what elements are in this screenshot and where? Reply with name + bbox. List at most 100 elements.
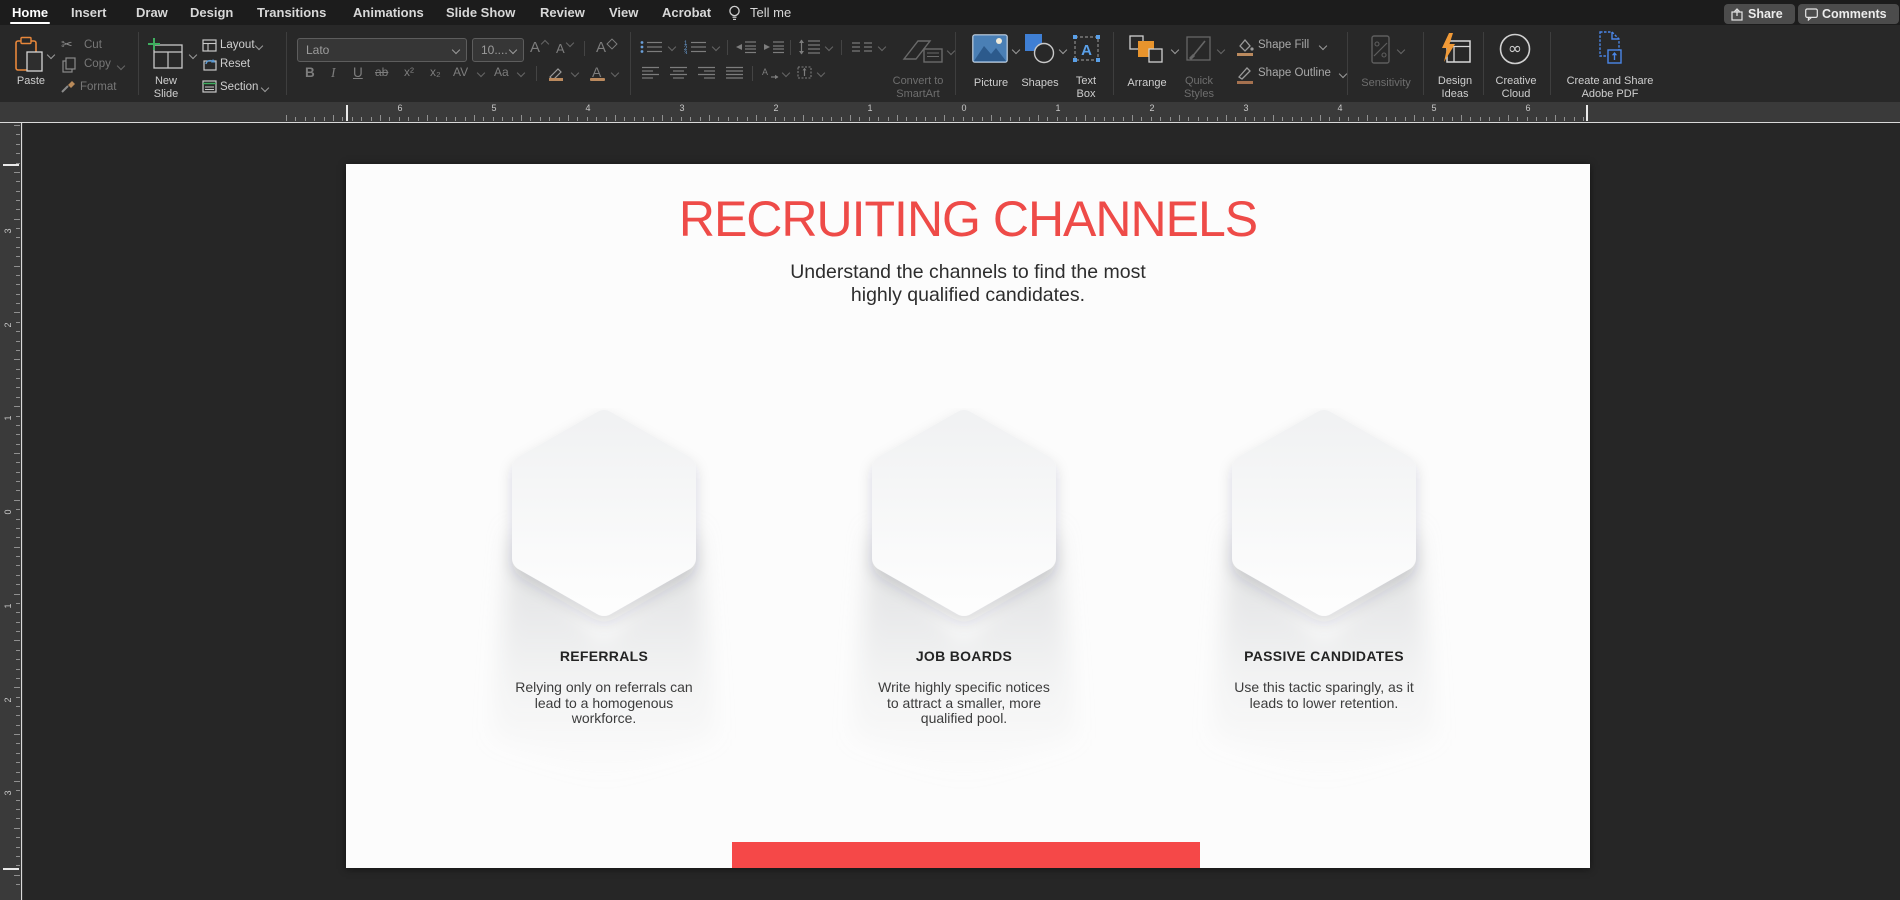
comments-button[interactable]: Comments	[1798, 4, 1899, 24]
highlight-color-icon[interactable]	[547, 66, 567, 81]
copy-button[interactable]: Copy	[84, 58, 111, 70]
reset-icon[interactable]	[202, 58, 217, 71]
numbering-icon[interactable]: 123	[684, 40, 707, 54]
card-passive-candidates[interactable]: PASSIVE CANDIDATES Use this tactic spari…	[1154, 408, 1494, 848]
layout-dropdown-chevron[interactable]	[255, 42, 263, 50]
line-spacing-icon[interactable]	[798, 39, 821, 55]
superscript-button[interactable]: x²	[404, 65, 414, 79]
line-spacing-chevron[interactable]	[825, 43, 833, 51]
bullets-chevron[interactable]	[668, 43, 676, 51]
columns-chevron[interactable]	[878, 43, 886, 51]
numbering-chevron[interactable]	[712, 43, 720, 51]
menu-item-design[interactable]: Design	[190, 5, 233, 20]
creative-cloud-button[interactable]: CreativeCloud	[1484, 75, 1548, 100]
justify-icon[interactable]	[726, 66, 744, 79]
quick-styles-chevron[interactable]	[1217, 46, 1225, 54]
section-icon[interactable]	[202, 80, 217, 93]
increase-indent-icon[interactable]	[764, 40, 785, 54]
menu-item-draw[interactable]: Draw	[136, 5, 168, 20]
slide-subtitle-line-1[interactable]: Understand the channels to find the most	[346, 261, 1590, 284]
card-job-boards[interactable]: JOB BOARDS Write highly specific notices…	[794, 408, 1134, 848]
picture-dropdown-chevron[interactable]	[1012, 46, 1020, 54]
sensitivity-icon[interactable]	[1366, 34, 1394, 65]
shapes-dropdown-chevron[interactable]	[1059, 46, 1067, 54]
subscript-button[interactable]: x₂	[430, 65, 441, 79]
shape-fill-button[interactable]: Shape Fill	[1258, 39, 1309, 51]
menu-item-home[interactable]: Home	[12, 5, 48, 20]
slide-title[interactable]: RECRUITING CHANNELS	[346, 190, 1590, 248]
shapes-icon[interactable]	[1024, 33, 1056, 64]
create-pdf-button[interactable]: Create and ShareAdobe PDF	[1556, 75, 1664, 100]
convert-smartart-button[interactable]: Convert toSmartArt	[868, 75, 968, 100]
slide-canvas[interactable]: RECRUITING CHANNELS Understand the chann…	[346, 164, 1590, 868]
menu-item-animations[interactable]: Animations	[353, 5, 424, 20]
copy-dropdown-chevron[interactable]	[117, 62, 125, 70]
align-right-icon[interactable]	[698, 66, 716, 79]
share-button[interactable]: Share	[1724, 4, 1795, 24]
horizontal-ruler[interactable]: 6543210123456	[0, 102, 1900, 123]
sensitivity-chevron[interactable]	[1397, 46, 1405, 54]
layout-button[interactable]: Layout	[220, 39, 255, 51]
convert-smartart-icon[interactable]	[900, 35, 946, 67]
decrease-indent-icon[interactable]	[736, 40, 757, 54]
accent-bar[interactable]	[732, 842, 1200, 868]
menu-item-view[interactable]: View	[609, 5, 638, 20]
picture-icon[interactable]	[972, 34, 1008, 63]
character-spacing-button[interactable]: AV	[453, 65, 468, 79]
design-ideas-button[interactable]: DesignIdeas	[1424, 75, 1486, 100]
change-case-button[interactable]: Aa	[494, 65, 509, 79]
shrink-font-button[interactable]: A	[556, 41, 565, 56]
text-direction-icon[interactable]: A	[762, 66, 779, 79]
strikethrough-button[interactable]: ab	[375, 65, 388, 79]
text-direction-chevron[interactable]	[782, 69, 790, 77]
reset-button[interactable]: Reset	[220, 58, 250, 70]
align-center-icon[interactable]	[670, 66, 688, 79]
menu-item-transitions[interactable]: Transitions	[257, 5, 326, 20]
paste-button[interactable]: Paste	[4, 75, 58, 88]
columns-icon[interactable]	[852, 40, 873, 54]
menu-item-slide-show[interactable]: Slide Show	[446, 5, 515, 20]
new-slide-dropdown-chevron[interactable]	[189, 51, 197, 59]
new-slide-icon[interactable]	[146, 36, 184, 73]
quick-styles-button[interactable]: QuickStyles	[1168, 75, 1230, 100]
shape-outline-icon[interactable]	[1236, 65, 1254, 84]
paste-icon[interactable]	[14, 36, 44, 73]
section-button[interactable]: Section	[220, 81, 258, 93]
grow-font-button[interactable]: A	[530, 39, 540, 56]
layout-icon[interactable]	[202, 39, 217, 52]
tell-me[interactable]: Tell me	[750, 5, 791, 20]
align-text-icon[interactable]	[797, 66, 812, 79]
text-box-button[interactable]: TextBox	[1058, 75, 1114, 100]
align-left-icon[interactable]	[642, 66, 660, 79]
shape-outline-button[interactable]: Shape Outline	[1258, 67, 1331, 79]
sensitivity-button[interactable]: Sensitivity	[1350, 77, 1422, 90]
vertical-ruler[interactable]: 3210123	[0, 123, 23, 900]
shape-outline-chevron[interactable]	[1339, 70, 1347, 78]
section-dropdown-chevron[interactable]	[261, 84, 269, 92]
format-painter-button[interactable]: Format	[80, 81, 116, 93]
bullets-icon[interactable]	[640, 40, 663, 54]
arrange-icon[interactable]	[1128, 34, 1166, 65]
clear-formatting-button[interactable]: A	[596, 39, 606, 56]
create-pdf-icon[interactable]	[1594, 30, 1626, 68]
font-size-combo[interactable]: 10....	[472, 38, 524, 62]
menu-item-insert[interactable]: Insert	[71, 5, 106, 20]
shape-fill-icon[interactable]	[1236, 37, 1254, 56]
new-slide-button[interactable]: NewSlide	[136, 75, 196, 100]
menu-item-acrobat[interactable]: Acrobat	[662, 5, 711, 20]
cut-icon[interactable]: ✂	[61, 36, 73, 53]
font-name-combo[interactable]: Lato	[297, 38, 467, 62]
shape-fill-chevron[interactable]	[1319, 42, 1327, 50]
design-ideas-icon[interactable]	[1438, 32, 1472, 66]
copy-icon[interactable]	[62, 57, 76, 73]
menu-item-review[interactable]: Review	[540, 5, 585, 20]
align-text-chevron[interactable]	[817, 69, 825, 77]
quick-styles-icon[interactable]	[1184, 34, 1214, 65]
format-painter-icon[interactable]	[60, 79, 77, 94]
underline-button[interactable]: U	[353, 65, 363, 80]
italic-button[interactable]: I	[331, 65, 336, 81]
text-box-icon[interactable]: A	[1072, 34, 1101, 63]
arrange-dropdown-chevron[interactable]	[1171, 46, 1179, 54]
card-referrals[interactable]: REFERRALS Relying only on referrals can …	[434, 408, 774, 848]
creative-cloud-icon[interactable]: ∞	[1498, 32, 1532, 66]
